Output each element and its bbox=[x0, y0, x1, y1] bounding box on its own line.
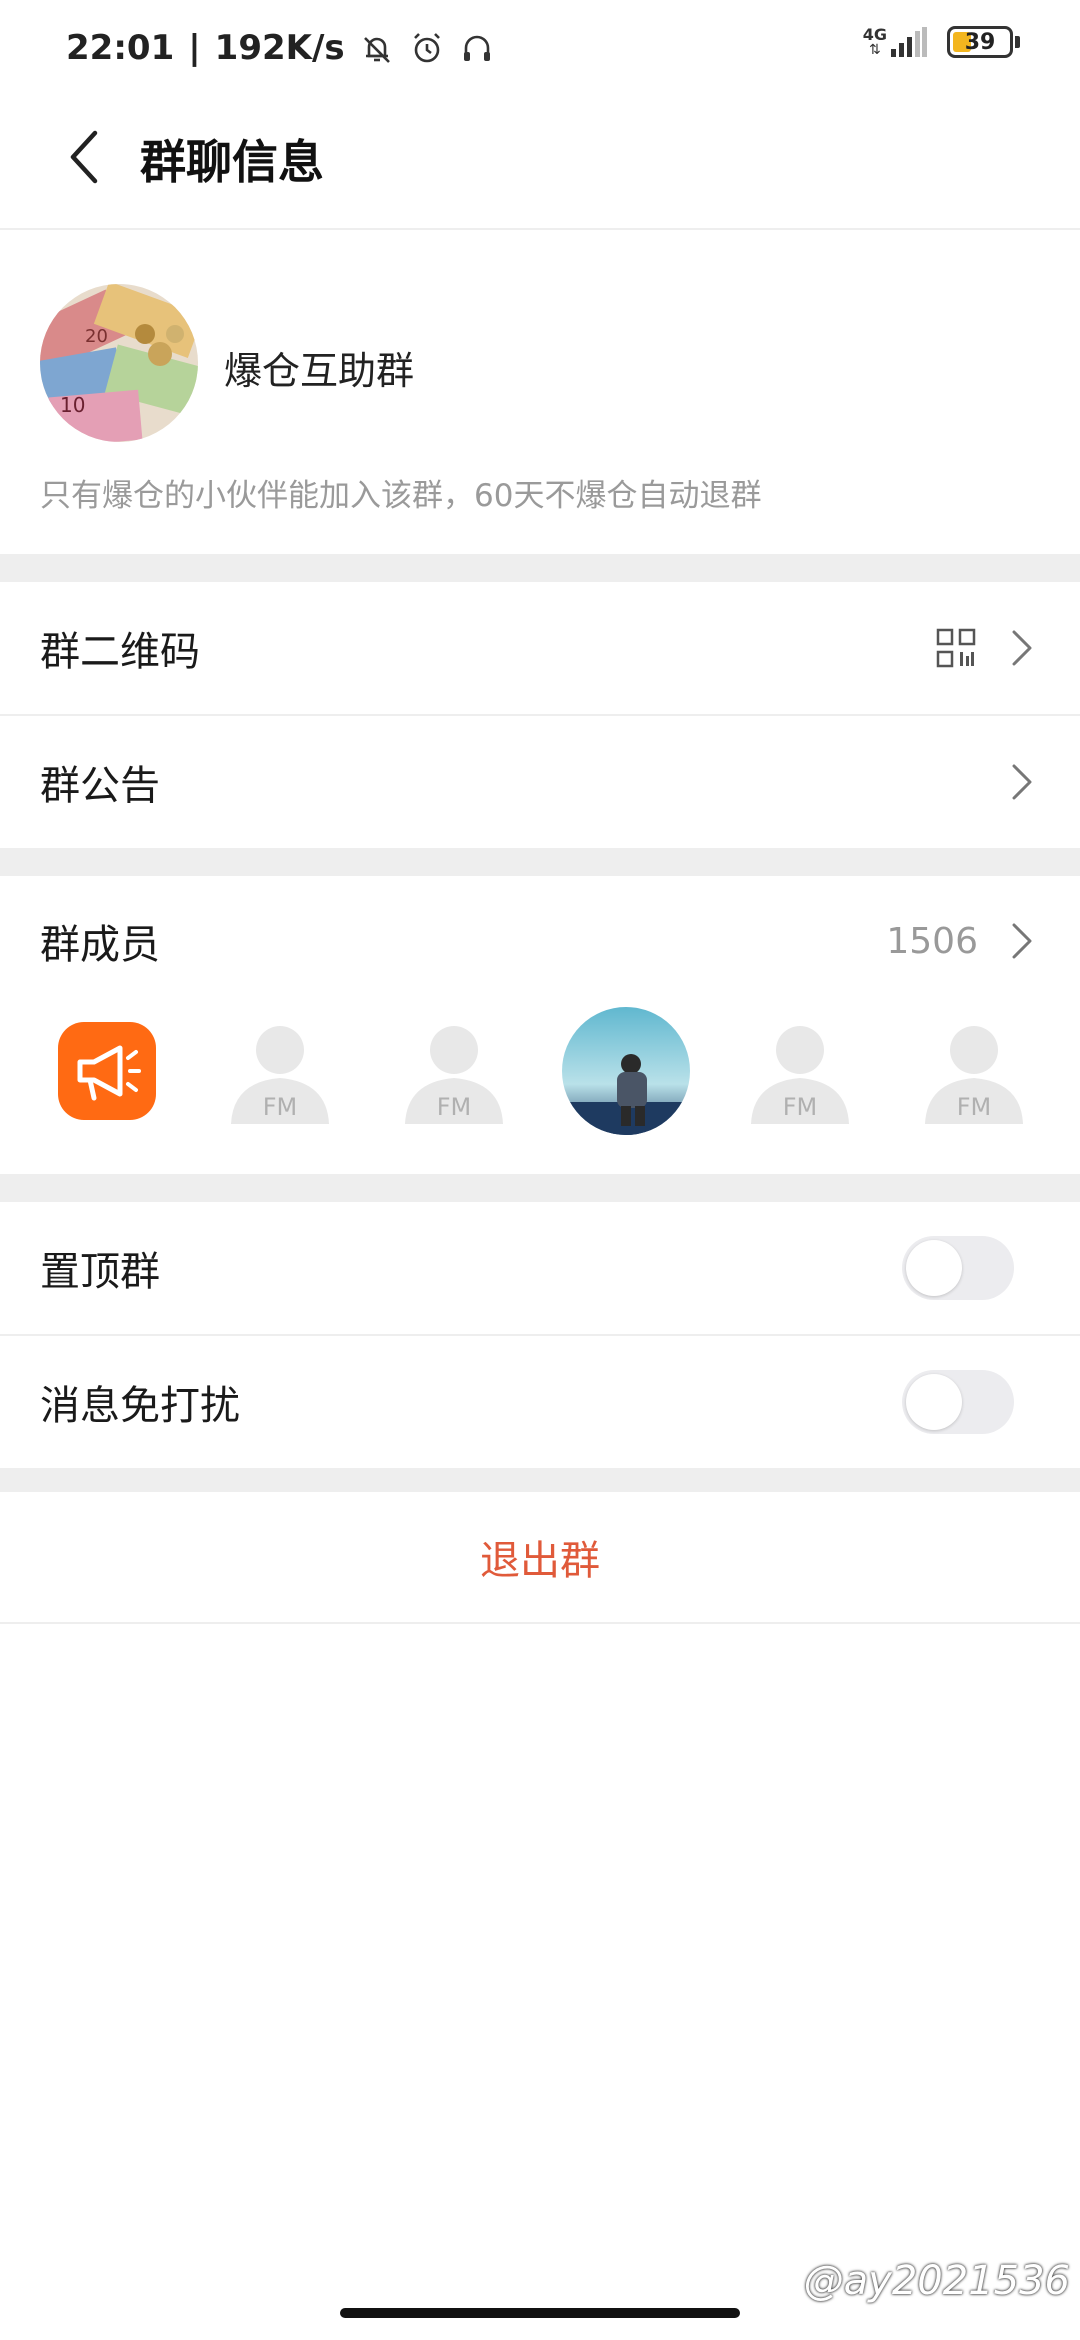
status-time: 22:01 bbox=[66, 28, 175, 68]
toggle-knob bbox=[906, 1374, 962, 1430]
section-gap bbox=[0, 1468, 1080, 1492]
members-label: 群成员 bbox=[40, 922, 160, 968]
section-gap bbox=[0, 554, 1080, 582]
headphones-icon bbox=[463, 35, 490, 61]
data-arrows-icon: ⇅ bbox=[869, 42, 881, 58]
fm-label: FM bbox=[957, 1093, 992, 1121]
chevron-right-icon bbox=[1012, 923, 1032, 959]
svg-text:20: 20 bbox=[85, 326, 108, 347]
mute-toggle[interactable] bbox=[902, 1370, 1014, 1434]
page-title: 群聊信息 bbox=[140, 135, 324, 189]
battery-icon: 39 bbox=[947, 26, 1013, 58]
pin-group-label: 置顶群 bbox=[40, 1249, 160, 1295]
chevron-right-icon bbox=[1012, 764, 1032, 800]
member-avatar-photo[interactable] bbox=[561, 1006, 691, 1136]
user-photo-image bbox=[562, 1007, 690, 1135]
member-avatar-placeholder[interactable]: FM bbox=[389, 1006, 519, 1136]
default-user-icon: FM bbox=[405, 1026, 503, 1124]
pin-group-toggle[interactable] bbox=[902, 1236, 1014, 1300]
announcement-row[interactable]: 群公告 bbox=[0, 716, 1080, 848]
bell-off-icon bbox=[363, 37, 390, 63]
header: 群聊信息 bbox=[0, 100, 1080, 230]
fm-label: FM bbox=[437, 1093, 472, 1121]
battery-group: 39 bbox=[947, 26, 1020, 58]
megaphone-icon bbox=[58, 1022, 156, 1120]
network-type: 4G bbox=[862, 25, 887, 44]
group-name: 爆仓互助群 bbox=[224, 349, 415, 393]
banknotes-image: 10 20 bbox=[40, 284, 198, 442]
member-avatars: FM FM FM FM bbox=[0, 996, 1080, 1170]
group-profile: 10 20 爆仓互助群 只有爆仓的小伙伴能加入该群，60天不爆仓自动退群 bbox=[0, 232, 1080, 554]
alarm-icon bbox=[413, 33, 440, 63]
members-row[interactable]: 群成员 1506 bbox=[0, 876, 1080, 1006]
member-avatar-announcer[interactable] bbox=[42, 1006, 172, 1136]
home-indicator[interactable] bbox=[340, 2308, 740, 2318]
status-left: 22:01 | 192K/s bbox=[66, 28, 495, 68]
default-user-icon: FM bbox=[925, 1026, 1023, 1124]
qr-code-row[interactable]: 群二维码 bbox=[0, 582, 1080, 714]
qr-code-label: 群二维码 bbox=[40, 629, 200, 675]
signal-group: 4G ⇅ bbox=[863, 27, 927, 57]
member-avatar-placeholder[interactable]: FM bbox=[909, 1006, 1039, 1136]
default-user-icon: FM bbox=[751, 1026, 849, 1124]
group-avatar[interactable]: 10 20 bbox=[40, 284, 198, 442]
signal-icon bbox=[891, 27, 927, 57]
default-user-icon: FM bbox=[231, 1026, 329, 1124]
pin-group-row: 置顶群 bbox=[0, 1202, 1080, 1334]
member-count: 1506 bbox=[886, 920, 978, 962]
mute-row: 消息免打扰 bbox=[0, 1336, 1080, 1468]
qr-code-icon bbox=[936, 628, 976, 668]
status-bar: 22:01 | 192K/s 4G ⇅ 39 bbox=[0, 0, 1080, 100]
chevron-right-icon bbox=[1012, 630, 1032, 666]
announcement-label: 群公告 bbox=[40, 763, 160, 809]
section-gap bbox=[0, 1174, 1080, 1202]
status-net-speed: 192K/s bbox=[214, 28, 345, 68]
battery-level: 39 bbox=[964, 29, 996, 55]
group-description: 只有爆仓的小伙伴能加入该群，60天不爆仓自动退群 bbox=[40, 478, 762, 514]
svg-text:10: 10 bbox=[60, 393, 85, 417]
fm-label: FM bbox=[783, 1093, 818, 1121]
status-separator: | bbox=[188, 28, 201, 68]
member-avatar-placeholder[interactable]: FM bbox=[735, 1006, 865, 1136]
fm-label: FM bbox=[263, 1093, 298, 1121]
exit-group-button[interactable]: 退出群 bbox=[0, 1492, 1080, 1624]
member-avatar-placeholder[interactable]: FM bbox=[215, 1006, 345, 1136]
mute-label: 消息免打扰 bbox=[40, 1383, 240, 1429]
section-gap bbox=[0, 848, 1080, 876]
watermark: @ay2021536 bbox=[803, 2258, 1070, 2304]
back-button[interactable] bbox=[50, 122, 120, 192]
status-right: 4G ⇅ 39 bbox=[863, 26, 1020, 58]
toggle-knob bbox=[906, 1240, 962, 1296]
chevron-left-icon bbox=[70, 130, 98, 184]
